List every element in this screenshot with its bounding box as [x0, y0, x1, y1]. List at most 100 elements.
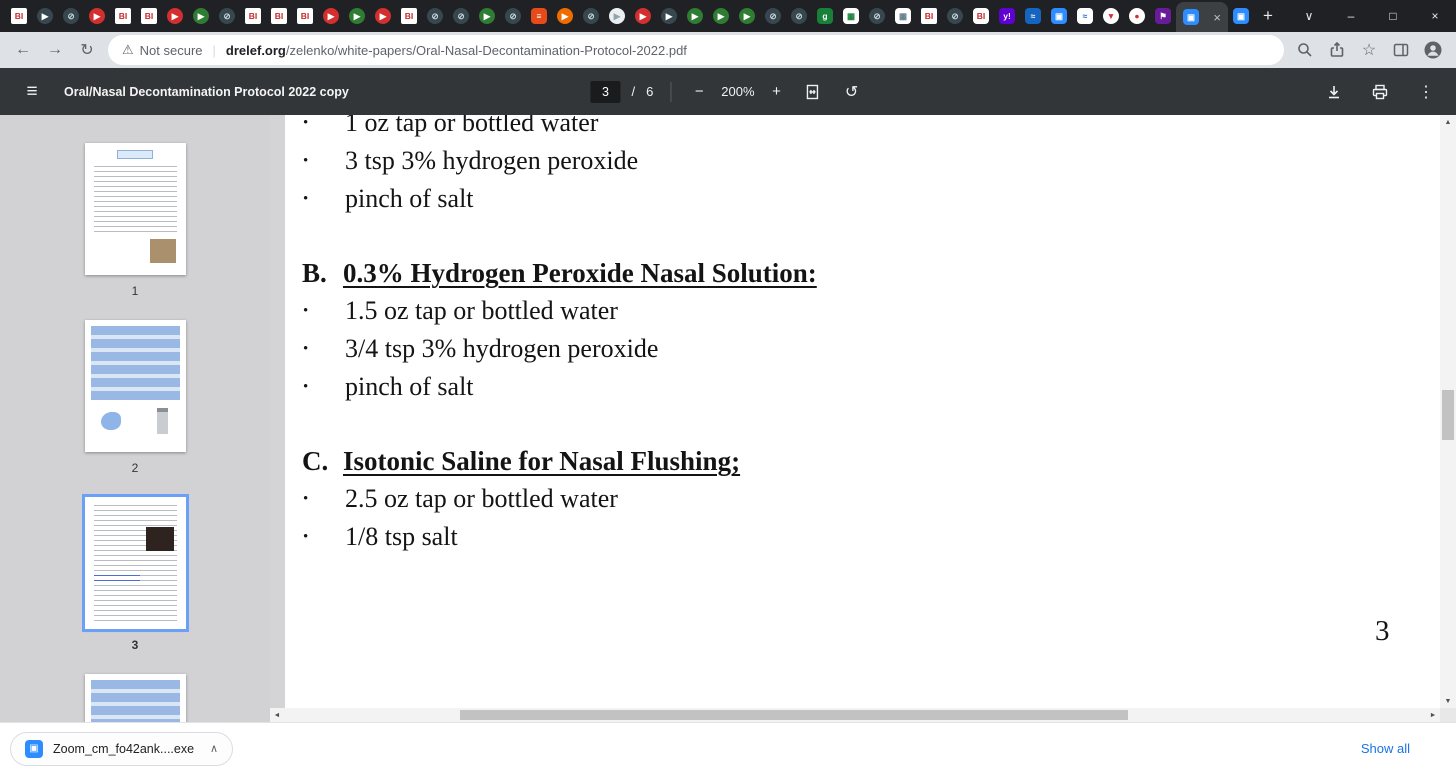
thumbnail-page-1[interactable] — [84, 143, 186, 275]
tab-blocked[interactable]: ⊘ — [214, 3, 240, 29]
tab-pin-red[interactable]: ▼ — [1098, 3, 1124, 29]
tab-video-green[interactable]: ▶ — [682, 3, 708, 29]
print-button[interactable] — [1366, 78, 1394, 106]
tab-close-icon[interactable]: × — [1213, 11, 1221, 24]
tab-bitchute[interactable]: BI — [266, 3, 292, 29]
security-status-text[interactable]: Not secure — [140, 43, 203, 58]
tab-bitchute[interactable]: BI — [396, 3, 422, 29]
side-panel-icon[interactable] — [1386, 35, 1416, 65]
tab-video-dark[interactable]: ▶ — [32, 3, 58, 29]
back-button[interactable]: ← — [8, 35, 38, 65]
tab-doc-gray[interactable]: ▶ — [604, 3, 630, 29]
tab-video-red[interactable]: ▶ — [370, 3, 396, 29]
scroll-right-icon[interactable]: ► — [1426, 708, 1440, 722]
tab-zoom-active-favicon: ▣ — [1183, 9, 1199, 25]
tab-blocked[interactable]: ⊘ — [942, 3, 968, 29]
tab-bitchute[interactable]: BI — [916, 3, 942, 29]
profile-avatar[interactable] — [1418, 35, 1448, 65]
tab-blocked[interactable]: ⊘ — [786, 3, 812, 29]
rotate-button[interactable]: ↺ — [838, 78, 866, 106]
download-button[interactable] — [1320, 78, 1348, 106]
tab-g-green[interactable]: g — [812, 3, 838, 29]
horizontal-scroll-thumb[interactable] — [460, 710, 1128, 720]
bookmark-star-icon[interactable]: ☆ — [1354, 35, 1384, 65]
new-tab-button[interactable]: + — [1254, 2, 1282, 30]
download-item[interactable]: ▣ Zoom_cm_fo42ank....exe ∧ — [10, 731, 234, 766]
fit-page-button[interactable] — [799, 78, 827, 106]
thumb1-header-box — [116, 150, 153, 159]
tab-video-green[interactable]: ▶ — [188, 3, 214, 29]
not-secure-warning-icon: ⚠ — [122, 42, 134, 57]
tab-zoom-2[interactable]: ▣ — [1228, 3, 1254, 29]
tab-bitchute[interactable]: BI — [136, 3, 162, 29]
bullet-list-b: • 1.5 oz tap or bottled water • 3/4 tsp 3%… — [285, 292, 1440, 406]
zoom-out-button[interactable]: − — [688, 83, 710, 100]
tab-blocked-favicon: ⊘ — [765, 8, 781, 24]
tab-video-red[interactable]: ▶ — [630, 3, 656, 29]
zoom-indicator-icon[interactable] — [1290, 35, 1320, 65]
close-button[interactable]: × — [1414, 0, 1456, 32]
tab-blocked[interactable]: ⊘ — [760, 3, 786, 29]
tab-yahoo[interactable]: y! — [994, 3, 1020, 29]
toolbar-divider — [670, 81, 672, 102]
horizontal-scrollbar[interactable]: ◄ ► — [270, 708, 1440, 722]
tab-video-red[interactable]: ▶ — [318, 3, 344, 29]
tab-video-green[interactable]: ▶ — [474, 3, 500, 29]
tab-blocked[interactable]: ⊘ — [448, 3, 474, 29]
more-options-kebab-icon[interactable]: ⋮ — [1412, 78, 1440, 106]
minimize-button[interactable]: – — [1330, 0, 1372, 32]
scroll-left-icon[interactable]: ◄ — [270, 708, 284, 722]
tab-video-red-favicon: ▶ — [89, 8, 105, 24]
tab-blocked-favicon: ⊘ — [583, 8, 599, 24]
tab-video-red[interactable]: ▶ — [84, 3, 110, 29]
address-bar[interactable]: ⚠ Not secure | drelef.org/zelenko/white-… — [108, 35, 1284, 65]
tab-video-green[interactable]: ▶ — [708, 3, 734, 29]
maximize-button[interactable]: □ — [1372, 0, 1414, 32]
tab-zoom-active[interactable]: ▣ × — [1176, 2, 1228, 32]
tab-blocked[interactable]: ⊘ — [500, 3, 526, 29]
scroll-down-icon[interactable]: ▼ — [1440, 694, 1456, 708]
reload-button[interactable]: ↻ — [72, 35, 102, 65]
tab-video-orange[interactable]: ▶ — [552, 3, 578, 29]
section-title: Isotonic Saline for Nasal Flushing; — [343, 446, 741, 476]
tab-menu-orange[interactable]: ≡ — [526, 3, 552, 29]
tab-wave-blue[interactable]: ≈ — [1020, 3, 1046, 29]
tab-flag-purple[interactable]: ⚑ — [1150, 3, 1176, 29]
zoom-in-button[interactable]: + — [766, 83, 788, 100]
tab-bitchute[interactable]: BI — [240, 3, 266, 29]
tab-chart[interactable]: ≈ — [1072, 3, 1098, 29]
forward-button[interactable]: → — [40, 35, 70, 65]
tab-zoom-blue[interactable]: ▣ — [1046, 3, 1072, 29]
scroll-up-icon[interactable]: ▲ — [1440, 115, 1456, 129]
thumbnail-page-4[interactable] — [84, 674, 186, 722]
tab-sheet-gray[interactable]: ▦ — [890, 3, 916, 29]
tab-video-red[interactable]: ▶ — [162, 3, 188, 29]
download-chevron-icon[interactable]: ∧ — [210, 742, 218, 755]
vertical-scrollbar[interactable]: ▲ ▼ — [1440, 115, 1456, 708]
tab-search-chevron-icon[interactable]: ∨ — [1288, 0, 1330, 32]
tab-bitchute[interactable]: BI — [6, 3, 32, 29]
thumbnail-page-3-selected[interactable] — [81, 494, 189, 632]
show-all-downloads-button[interactable]: Show all — [1361, 741, 1410, 756]
vertical-scroll-thumb[interactable] — [1442, 390, 1454, 440]
thumbnail-label-2: 2 — [131, 461, 139, 475]
tab-blocked[interactable]: ⊘ — [864, 3, 890, 29]
pdf-menu-icon[interactable]: ≡ — [16, 81, 48, 103]
tab-video-dark[interactable]: ▶ — [656, 3, 682, 29]
tab-blocked[interactable]: ⊘ — [422, 3, 448, 29]
list-item: • 1.5 oz tap or bottled water — [285, 292, 1440, 330]
tab-video-green[interactable]: ▶ — [734, 3, 760, 29]
tab-blocked[interactable]: ⊘ — [578, 3, 604, 29]
tab-bitchute-light[interactable]: BI — [968, 3, 994, 29]
tab-blocked[interactable]: ⊘ — [58, 3, 84, 29]
thumbnail-page-2[interactable] — [84, 320, 186, 452]
tab-drop-red[interactable]: ● — [1124, 3, 1150, 29]
page-number-input[interactable]: 3 — [590, 80, 621, 103]
zoom-level[interactable]: 200% — [721, 84, 754, 99]
tab-video-green[interactable]: ▶ — [344, 3, 370, 29]
list-item-text: 1/8 tsp salt — [345, 522, 458, 551]
tab-sheet-green[interactable]: ▦ — [838, 3, 864, 29]
tab-bitchute[interactable]: BI — [110, 3, 136, 29]
tab-bitchute[interactable]: BI — [292, 3, 318, 29]
share-icon[interactable] — [1322, 35, 1352, 65]
